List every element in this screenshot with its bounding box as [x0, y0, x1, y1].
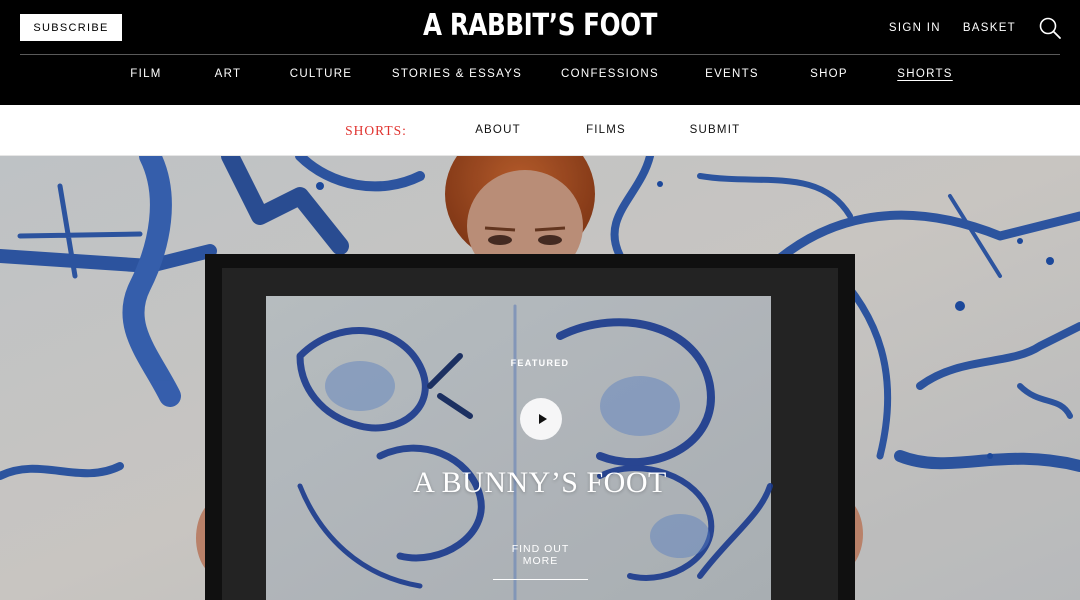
subnav-section-label: SHORTS:	[345, 123, 407, 138]
shorts-subnav: SHORTS: ABOUT FILMS SUBMIT	[0, 105, 1080, 156]
featured-hero: FEATURED A BUNNY’S FOOT FIND OUT MORE	[0, 156, 1080, 600]
play-button[interactable]	[520, 398, 562, 440]
site-logo[interactable]: A RABBIT’S FOOT	[423, 8, 657, 43]
nav-item-shop[interactable]: SHOP	[810, 68, 848, 80]
basket-link[interactable]: BASKET	[963, 22, 1016, 34]
subnav-item-submit[interactable]: SUBMIT	[690, 124, 741, 136]
nav-item-art[interactable]: ART	[215, 68, 242, 80]
nav-item-confessions[interactable]: CONFESSIONS	[561, 68, 659, 80]
subnav-item-about[interactable]: ABOUT	[475, 124, 521, 136]
search-icon[interactable]	[1038, 16, 1062, 40]
hero-title[interactable]: A BUNNY’S FOOT	[0, 466, 1080, 500]
sign-in-link[interactable]: SIGN IN	[889, 22, 941, 34]
hero-image[interactable]	[0, 156, 1080, 600]
play-icon	[538, 414, 547, 424]
nav-item-film[interactable]: FILM	[130, 68, 161, 80]
featured-label: FEATURED	[510, 358, 570, 368]
site-header: SUBSCRIBE A RABBIT’S FOOT SIGN IN BASKET…	[0, 0, 1080, 105]
nav-item-events[interactable]: EVENTS	[705, 68, 759, 80]
account-links: SIGN IN BASKET	[889, 15, 1062, 41]
subnav-item-films[interactable]: FILMS	[586, 124, 626, 136]
nav-item-stories-essays[interactable]: STORIES & ESSAYS	[392, 68, 522, 80]
subscribe-button[interactable]: SUBSCRIBE	[20, 14, 122, 41]
main-nav: FILM ART CULTURE STORIES & ESSAYS CONFES…	[0, 68, 1080, 92]
find-out-more-link[interactable]: FIND OUT MORE	[493, 543, 588, 580]
site-logo-container: A RABBIT’S FOOT	[97, 8, 983, 43]
nav-item-culture[interactable]: CULTURE	[290, 68, 353, 80]
header-divider	[20, 54, 1060, 55]
nav-item-shorts[interactable]: SHORTS	[897, 68, 953, 80]
